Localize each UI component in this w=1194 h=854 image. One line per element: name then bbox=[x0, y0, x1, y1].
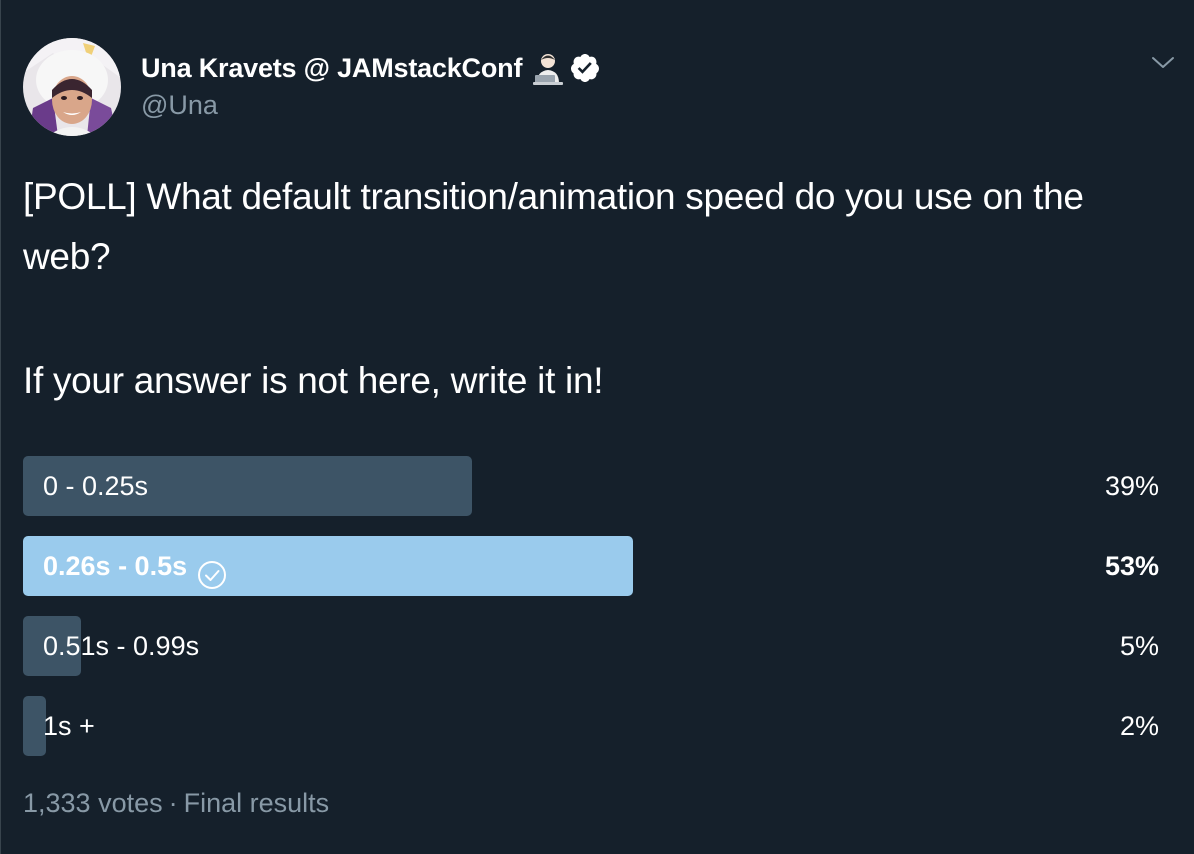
poll-option-label: 0 - 0.25s bbox=[43, 456, 148, 516]
check-circle-icon bbox=[197, 551, 227, 589]
author-display-name[interactable]: Una Kravets @ JAMstackConf bbox=[141, 53, 522, 84]
poll-option-percent: 2% bbox=[1119, 711, 1159, 741]
poll-footer: 1,333 votes · Final results bbox=[23, 788, 329, 819]
author-handle[interactable]: @Una bbox=[141, 90, 218, 121]
verified-badge-icon bbox=[569, 52, 601, 84]
tweet-text-line: If your answer is not here, write it in! bbox=[23, 360, 604, 401]
poll-option-label: 1s + bbox=[43, 696, 95, 756]
poll-option-text: 0.51s - 0.99s bbox=[43, 631, 200, 661]
chevron-down-icon[interactable] bbox=[1149, 52, 1177, 74]
poll-footer-separator: · bbox=[168, 788, 178, 818]
poll-option: 1s + 2% bbox=[23, 696, 1159, 756]
poll-option-percent: 53% bbox=[1104, 551, 1159, 581]
tweet-text-line: [POLL] What default transition/animation… bbox=[23, 176, 1084, 277]
poll-status: Final results bbox=[183, 788, 330, 818]
poll-option-percent: 39% bbox=[1104, 471, 1159, 501]
poll-option: 0 - 0.25s 39% bbox=[23, 456, 1159, 516]
poll-option: 0.26s - 0.5s 53% bbox=[23, 536, 1159, 596]
technologist-emoji-icon bbox=[531, 51, 565, 85]
poll-option-text: 0.26s - 0.5s bbox=[43, 551, 188, 581]
tweet-card: Una Kravets @ JAMstackConf @Una [POLL] W… bbox=[0, 0, 1194, 854]
poll-option-text: 1s + bbox=[43, 711, 95, 741]
poll-option-label: 0.26s - 0.5s bbox=[43, 536, 227, 596]
poll-vote-count[interactable]: 1,333 votes bbox=[23, 788, 163, 818]
avatar[interactable] bbox=[23, 38, 121, 136]
avatar-image bbox=[23, 38, 121, 136]
poll-option-label: 0.51s - 0.99s bbox=[43, 616, 199, 676]
poll-option-text: 0 - 0.25s bbox=[43, 471, 149, 501]
poll-option-percent: 5% bbox=[1119, 631, 1159, 661]
tweet-text: [POLL] What default transition/animation… bbox=[23, 167, 1173, 411]
poll-option: 0.51s - 0.99s 5% bbox=[23, 616, 1159, 676]
author-name-row[interactable]: Una Kravets @ JAMstackConf bbox=[141, 50, 601, 86]
